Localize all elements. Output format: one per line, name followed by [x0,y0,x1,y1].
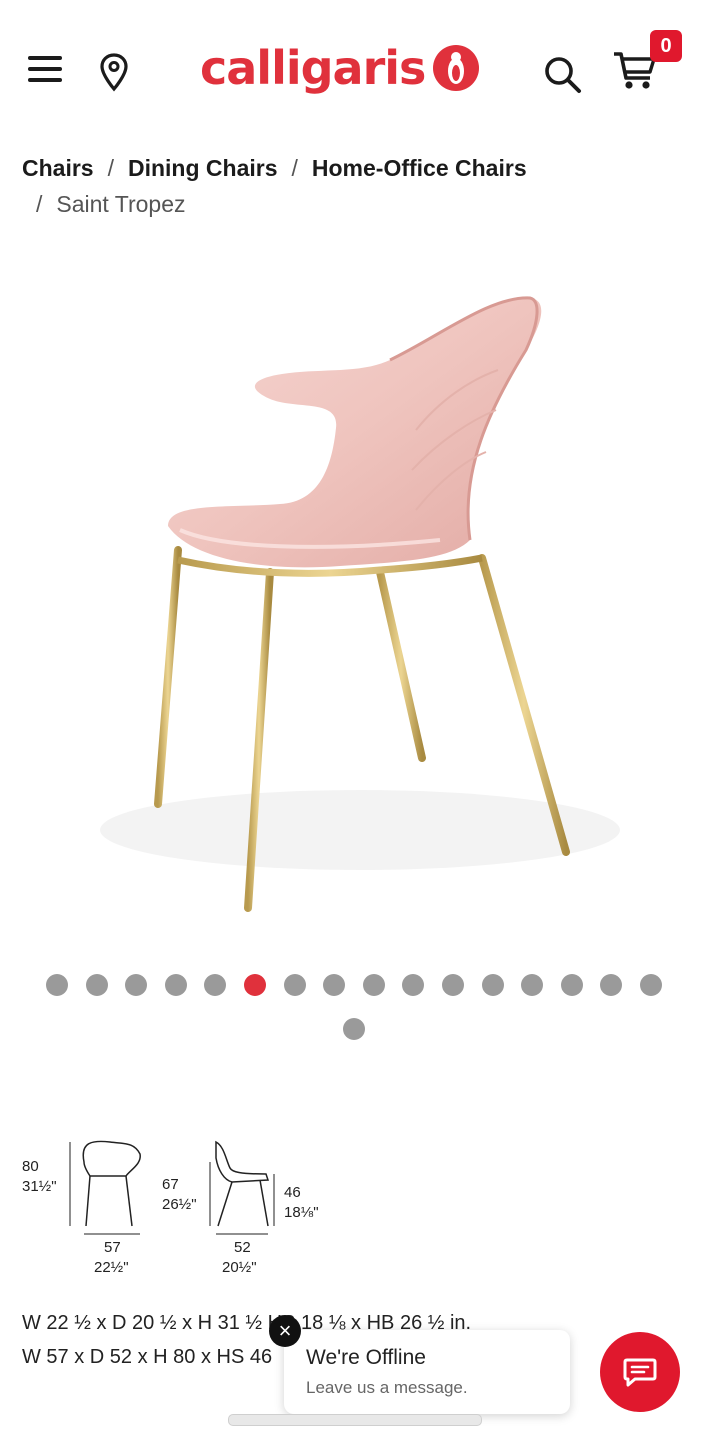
carousel-dot[interactable] [600,974,623,996]
cart-count-badge: 0 [650,30,682,62]
dim-height-cm: 80 [22,1158,39,1175]
dimension-diagram: 80 31½" 57 22½" 67 26½" 52 20½" 46 18⅛" [22,1140,319,1276]
carousel-dot[interactable] [640,974,662,996]
dim-width-cm: 57 [104,1239,121,1256]
brand-logo[interactable]: calligaris [200,36,480,100]
carousel-dot[interactable] [323,974,346,996]
dim-armrest-in: 26½" [162,1196,197,1213]
carousel-dot[interactable] [343,1018,365,1040]
carousel-dot[interactable] [164,974,187,996]
dim-seat-in: 18⅛" [284,1204,319,1221]
breadcrumb-link-home-office-chairs[interactable]: Home-Office Chairs [312,155,527,181]
breadcrumb-separator: / [36,191,43,217]
carousel-dot[interactable] [125,974,148,996]
chat-subtitle: Leave us a message. [306,1378,468,1397]
carousel-dot[interactable] [402,974,425,996]
dim-depth-cm: 52 [234,1239,251,1256]
search-icon[interactable] [542,54,582,94]
carousel-dot[interactable] [481,974,504,996]
close-icon[interactable]: × [269,1315,301,1347]
dim-height-in: 31½" [22,1178,57,1195]
breadcrumb-current: Saint Tropez [56,191,186,217]
logo-penguin-icon [433,45,480,91]
carousel-dot[interactable] [85,974,108,996]
location-pin-icon[interactable] [98,52,130,92]
dim-seat-cm: 46 [284,1184,301,1201]
chat-offline-popup[interactable]: We're Offline Leave us a message. [284,1330,570,1414]
carousel-dot[interactable] [283,974,306,996]
carousel-dot[interactable] [442,974,464,996]
dim-width-in: 22½" [94,1259,129,1276]
breadcrumb-separator: / [291,155,298,181]
carousel-dot[interactable] [560,974,583,996]
chat-title: We're Offline [306,1346,426,1369]
breadcrumb: Chairs / Dining Chairs / Home-Office Chairs … [22,150,682,222]
carousel-dot[interactable] [362,974,385,996]
product-image-chair[interactable] [20,240,688,940]
menu-icon[interactable] [28,56,62,86]
dim-armrest-cm: 67 [162,1176,179,1193]
carousel-dot[interactable] [46,974,68,996]
chat-bubble-icon [623,1358,657,1387]
chat-button[interactable] [600,1332,680,1412]
breadcrumb-link-chairs[interactable]: Chairs [22,155,94,181]
carousel-dot[interactable] [521,974,544,996]
carousel-dot[interactable] [244,974,266,996]
logo-text: calligaris [200,41,426,95]
home-indicator[interactable] [228,1414,482,1426]
breadcrumb-separator: / [107,155,114,181]
site-header: calligaris 0 [0,0,708,130]
breadcrumb-link-dining-chairs[interactable]: Dining Chairs [128,155,278,181]
carousel-dot[interactable] [204,974,227,996]
dim-depth-in: 20½" [222,1259,257,1276]
